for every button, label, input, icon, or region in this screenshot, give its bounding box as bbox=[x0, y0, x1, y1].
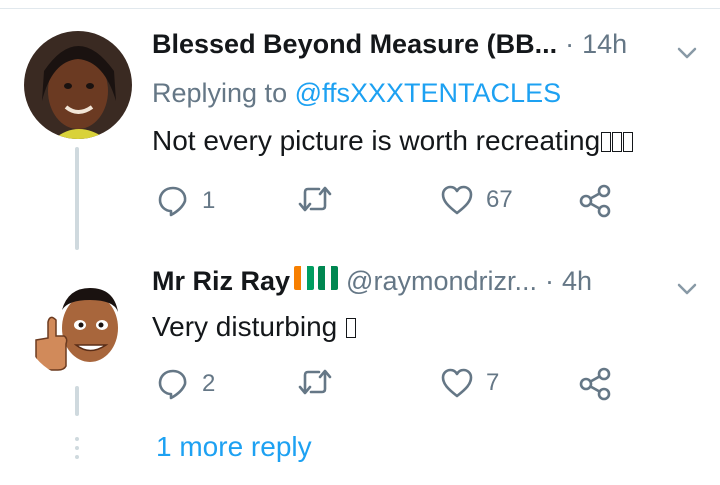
avatar[interactable] bbox=[24, 270, 132, 378]
tweet-text: Not every picture is worth recreating bbox=[152, 125, 634, 157]
replying-to-link[interactable]: @ffsXXXTENTACLES bbox=[295, 78, 561, 108]
reply-count: 2 bbox=[202, 370, 216, 397]
user-handle[interactable]: @raymondrizr... bbox=[346, 266, 537, 297]
timestamp[interactable]: 14h bbox=[582, 29, 627, 60]
cote-divoire-flag bbox=[294, 266, 315, 290]
share-button[interactable] bbox=[578, 367, 612, 401]
separator-dot: · bbox=[565, 29, 575, 59]
reply-icon bbox=[158, 186, 187, 217]
avatar[interactable] bbox=[24, 31, 132, 139]
separator-dot: · bbox=[545, 266, 554, 296]
reply-icon bbox=[158, 369, 187, 400]
like-button[interactable]: 67 bbox=[440, 184, 513, 216]
chevron-down-icon[interactable] bbox=[676, 281, 698, 297]
like-button[interactable]: 7 bbox=[440, 367, 499, 399]
tweet-actions: 2 7 bbox=[152, 367, 652, 407]
retweet-icon bbox=[298, 186, 332, 212]
share-button[interactable] bbox=[578, 184, 612, 218]
thread-dots bbox=[75, 437, 79, 464]
reply-button[interactable]: 1 bbox=[156, 184, 215, 218]
like-count: 67 bbox=[486, 186, 513, 213]
nigeria-flag bbox=[318, 266, 339, 290]
emoji-glyph bbox=[612, 132, 623, 152]
tweet-actions: 1 67 bbox=[152, 184, 652, 224]
thread-line bbox=[75, 147, 79, 250]
retweet-button[interactable] bbox=[297, 367, 333, 397]
emoji-glyph bbox=[346, 318, 356, 338]
heart-icon bbox=[441, 185, 473, 215]
replying-to: Replying to @ffsXXXTENTACLES bbox=[152, 78, 561, 109]
tweet-text-content: Not every picture is worth recreating bbox=[152, 125, 601, 156]
tweet-text: Very disturbing bbox=[152, 311, 356, 343]
tweet-1[interactable]: Blessed Beyond Measure (BB... · 14h Repl… bbox=[0, 0, 720, 250]
tweet-text-content: Very disturbing bbox=[152, 311, 338, 342]
share-icon bbox=[579, 184, 611, 218]
replying-prefix: Replying to bbox=[152, 78, 288, 108]
emoji-glyph bbox=[601, 132, 612, 152]
heart-icon bbox=[441, 368, 473, 398]
chevron-down-icon[interactable] bbox=[676, 45, 698, 61]
display-name[interactable]: Blessed Beyond Measure (BB... bbox=[152, 29, 557, 60]
retweet-button[interactable] bbox=[297, 184, 333, 214]
reply-count: 1 bbox=[202, 187, 216, 214]
share-icon bbox=[579, 367, 611, 401]
like-count: 7 bbox=[486, 369, 500, 396]
thread-line bbox=[75, 386, 79, 416]
timestamp[interactable]: 4h bbox=[562, 266, 592, 297]
reply-button[interactable]: 2 bbox=[156, 367, 215, 401]
emoji-glyph bbox=[623, 132, 634, 152]
retweet-icon bbox=[298, 369, 332, 395]
tweet-2[interactable]: Mr Riz Ray @raymondrizr... · 4h Very dis… bbox=[0, 250, 720, 420]
tweet-header: Mr Riz Ray @raymondrizr... · 4h bbox=[152, 266, 592, 297]
display-name[interactable]: Mr Riz Ray bbox=[152, 266, 290, 297]
tweet-header: Blessed Beyond Measure (BB... · 14h bbox=[152, 29, 627, 60]
more-replies-link[interactable]: 1 more reply bbox=[156, 431, 312, 463]
